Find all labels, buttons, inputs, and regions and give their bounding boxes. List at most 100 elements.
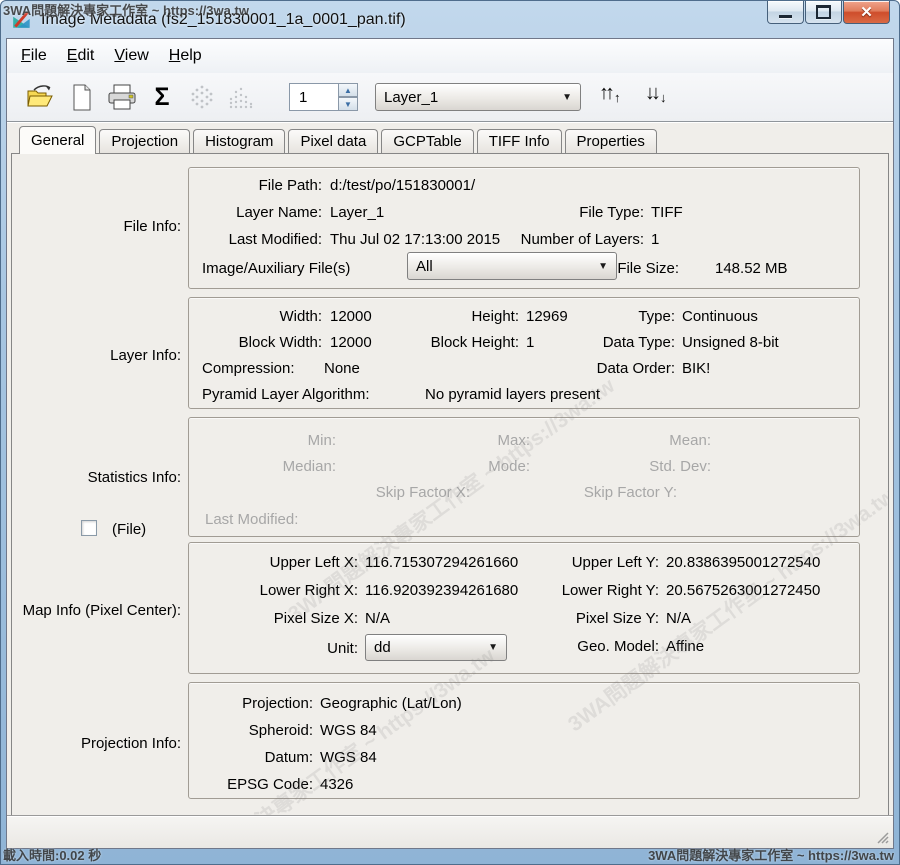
unit-label: Unit: bbox=[197, 640, 358, 657]
menu-help[interactable]: Help bbox=[169, 47, 202, 65]
watermark-top-left: 3WA問題解決專家工作室 ~ https://3wa.tw bbox=[3, 0, 249, 19]
height-label: Height: bbox=[394, 308, 519, 325]
watermark-load-time: 載入時間:0.02 秒 bbox=[3, 845, 101, 864]
aux-files-dropdown[interactable]: All ▼ bbox=[407, 252, 617, 280]
resize-grip[interactable] bbox=[876, 831, 890, 845]
upper-left-x-label: Upper Left X: bbox=[197, 554, 358, 571]
last-modified-label: Last Modified: bbox=[197, 231, 322, 248]
layer-number-stepper: ▲ ▼ bbox=[338, 83, 358, 111]
spin-down-icon: ▼ bbox=[344, 100, 352, 109]
spheroid-value: WGS 84 bbox=[320, 722, 377, 739]
client-area: File Edit View Help bbox=[6, 38, 894, 849]
width-value: 12000 bbox=[330, 308, 372, 325]
aux-files-value: All bbox=[416, 258, 433, 275]
skip-factor-y-label: Skip Factor Y: bbox=[538, 484, 677, 501]
skip-factor-x-label: Skip Factor X: bbox=[331, 484, 470, 501]
file-size-label: File Size: bbox=[609, 260, 679, 277]
tab-projection[interactable]: Projection bbox=[99, 129, 190, 153]
datum-value: WGS 84 bbox=[320, 749, 377, 766]
datum-label: Datum: bbox=[197, 749, 313, 766]
layer-name-value: Layer_1 bbox=[330, 204, 384, 221]
map-info-groupbox: Upper Left X: 116.715307294261660 Upper … bbox=[188, 542, 860, 674]
epsg-code-label: EPSG Code: bbox=[197, 776, 313, 793]
watermark-bottom-right: 3WA問題解決專家工作室 ~ https://3wa.tw bbox=[648, 845, 894, 864]
close-icon: ✕ bbox=[860, 3, 873, 21]
layer-number-input[interactable]: 1 bbox=[289, 83, 339, 111]
number-of-layers-value: 1 bbox=[651, 231, 659, 248]
new-file-button[interactable] bbox=[65, 80, 99, 114]
raise-layer-button[interactable]: ↑↑↑ bbox=[599, 82, 618, 105]
menu-edit[interactable]: Edit bbox=[67, 47, 95, 65]
tab-general[interactable]: General bbox=[19, 126, 96, 154]
open-file-button[interactable] bbox=[23, 80, 57, 114]
tab-gcptable[interactable]: GCPTable bbox=[381, 129, 473, 153]
projection-label: Projection: bbox=[197, 695, 313, 712]
geo-model-value: Affine bbox=[666, 638, 704, 655]
statistics-button[interactable]: Σ bbox=[145, 80, 179, 114]
file-info-section-label: File Info: bbox=[12, 218, 181, 235]
screen: Image Metadata (fs2_151830001_1a_0001_pa… bbox=[0, 0, 900, 865]
tab-pixel-data[interactable]: Pixel data bbox=[288, 129, 378, 153]
menu-file[interactable]: File bbox=[21, 47, 47, 65]
block-height-value: 1 bbox=[526, 334, 534, 351]
projection-info-section-label: Projection Info: bbox=[12, 735, 181, 752]
upper-left-y-value: 20.8386395001272540 bbox=[666, 554, 820, 571]
tab-histogram[interactable]: Histogram bbox=[193, 129, 285, 153]
compression-value: None bbox=[324, 360, 360, 377]
data-type-value: Unsigned 8-bit bbox=[682, 334, 779, 351]
data-order-label: Data Order: bbox=[550, 360, 675, 377]
open-folder-icon bbox=[26, 85, 54, 109]
statistics-info-groupbox: Min: Max: Mean: Median: Mode: Std. Dev: … bbox=[188, 417, 860, 537]
pyramid-layers-button-disabled bbox=[185, 80, 219, 114]
aux-files-label: Image/Auxiliary File(s) bbox=[202, 260, 350, 277]
projection-info-groupbox: Projection: Geographic (Lat/Lon) Spheroi… bbox=[188, 682, 860, 799]
spin-up-button[interactable]: ▲ bbox=[338, 83, 358, 97]
maximize-button[interactable] bbox=[805, 1, 842, 24]
chevron-down-icon: ▼ bbox=[598, 261, 608, 272]
stats-file-checkbox[interactable] bbox=[81, 520, 97, 536]
status-bar bbox=[7, 815, 893, 848]
pixel-size-x-label: Pixel Size X: bbox=[197, 610, 358, 627]
file-type-value: TIFF bbox=[651, 204, 683, 221]
arrows-down-icon: ↓↓ bbox=[645, 82, 657, 104]
window-controls: ✕ bbox=[766, 1, 890, 24]
layer-select-dropdown[interactable]: Layer_1 ▼ bbox=[375, 83, 581, 111]
menu-view[interactable]: View bbox=[114, 47, 148, 65]
statistics-info-section-label: Statistics Info: bbox=[12, 469, 181, 486]
data-order-value: BIK! bbox=[682, 360, 710, 377]
minimize-button[interactable] bbox=[767, 1, 804, 24]
layer-info-groupbox: Width: 12000 Height: 12969 Type: Continu… bbox=[188, 297, 860, 409]
mode-label: Mode: bbox=[391, 458, 530, 475]
print-button[interactable] bbox=[105, 80, 139, 114]
epsg-code-value: 4326 bbox=[320, 776, 353, 793]
upper-left-x-value: 116.715307294261660 bbox=[365, 554, 518, 571]
lower-right-x-value: 116.920392394261680 bbox=[365, 582, 518, 599]
min-label: Min: bbox=[197, 432, 336, 449]
data-type-label: Data Type: bbox=[550, 334, 675, 351]
number-of-layers-label: Number of Layers: bbox=[459, 231, 644, 248]
close-button[interactable]: ✕ bbox=[843, 1, 890, 24]
file-type-label: File Type: bbox=[459, 204, 644, 221]
tab-tiff-info[interactable]: TIFF Info bbox=[477, 129, 562, 153]
unit-dropdown[interactable]: dd ▼ bbox=[365, 634, 507, 661]
pixel-size-x-value: N/A bbox=[365, 610, 390, 627]
map-info-section-label: Map Info (Pixel Center): bbox=[12, 602, 181, 619]
layer-info-section-label: Layer Info: bbox=[12, 347, 181, 364]
spin-down-button[interactable]: ▼ bbox=[338, 97, 358, 111]
pixel-size-y-label: Pixel Size Y: bbox=[520, 610, 659, 627]
stats-file-checkbox-label: (File) bbox=[112, 521, 146, 538]
minimize-icon bbox=[779, 15, 792, 18]
mean-label: Mean: bbox=[572, 432, 711, 449]
arrows-up-icon: ↑↑ bbox=[599, 82, 611, 104]
lower-layer-button[interactable]: ↓↓↓ bbox=[645, 82, 664, 105]
spin-up-icon: ▲ bbox=[344, 86, 352, 95]
block-width-label: Block Width: bbox=[197, 334, 322, 351]
pixel-size-y-value: N/A bbox=[666, 610, 691, 627]
type-value: Continuous bbox=[682, 308, 758, 325]
pyramid-algorithm-label: Pyramid Layer Algorithm: bbox=[202, 386, 370, 403]
file-path-label: File Path: bbox=[197, 177, 322, 194]
unit-value: dd bbox=[374, 639, 391, 656]
tab-properties[interactable]: Properties bbox=[565, 129, 657, 153]
chevron-down-icon: ▼ bbox=[562, 92, 572, 103]
maximize-icon bbox=[816, 5, 831, 19]
